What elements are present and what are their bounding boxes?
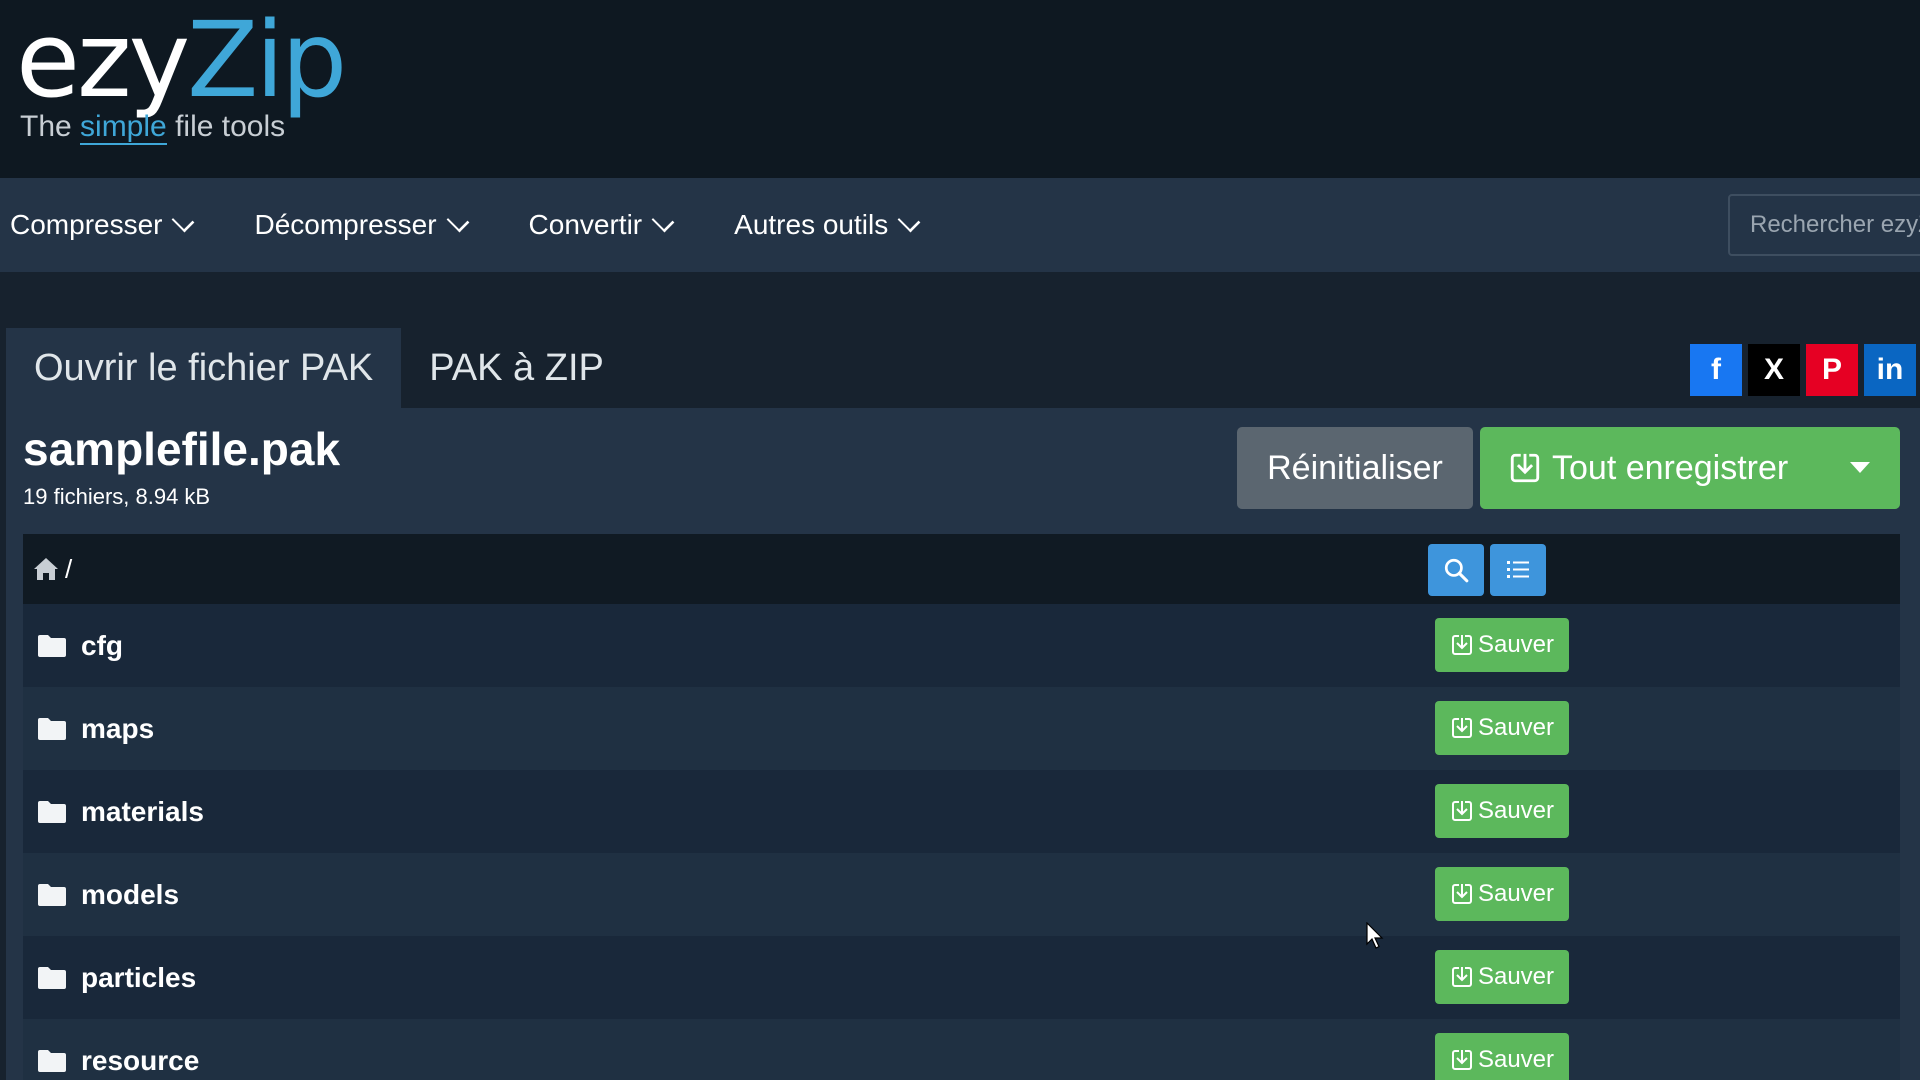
search-icon [1444, 558, 1469, 583]
current-path: / [65, 553, 73, 584]
tool-tabs: Ouvrir le fichier PAK PAK à ZIP [6, 328, 632, 408]
download-icon [1451, 967, 1472, 987]
breadcrumb: / [23, 534, 1900, 604]
site-header: ezyZip The simple file tools [0, 0, 1920, 178]
download-icon [1451, 1050, 1472, 1070]
folder-icon [38, 800, 66, 823]
folder-row[interactable]: cfg Sauver [23, 604, 1900, 687]
folder-icon [38, 883, 66, 906]
main-nav: Compresser Décompresser Convertir Autres… [0, 178, 1920, 272]
caret-down-icon[interactable] [1850, 462, 1870, 473]
save-folder-button[interactable]: Sauver [1435, 950, 1569, 1004]
folder-icon [38, 966, 66, 989]
folder-name[interactable]: cfg [81, 630, 123, 662]
facebook-share-button[interactable]: f [1690, 344, 1742, 396]
chevron-down-icon [172, 209, 195, 233]
reset-button[interactable]: Réinitialiser [1237, 427, 1473, 509]
download-icon [1451, 718, 1472, 738]
save-all-button[interactable]: Tout enregistrer [1480, 427, 1900, 509]
ezyzip-logo[interactable]: ezyZip The simple file tools [16, 0, 347, 145]
search-files-button[interactable] [1428, 544, 1484, 596]
archive-panel: samplefile.pak 19 fichiers, 8.94 kB Réin… [6, 408, 1920, 1080]
chevron-down-icon [651, 209, 675, 233]
tab-pak-to-zip[interactable]: PAK à ZIP [401, 328, 632, 408]
pinterest-icon: P [1821, 353, 1842, 386]
x-icon: X [1763, 353, 1784, 386]
linkedin-icon: in [1876, 353, 1904, 386]
file-meta: 19 fichiers, 8.94 kB [23, 484, 211, 509]
nav-convertir[interactable]: Convertir [529, 209, 675, 241]
nav-autres-outils[interactable]: Autres outils [734, 209, 921, 241]
download-icon [1451, 635, 1472, 655]
list-view-button[interactable] [1490, 544, 1546, 596]
save-folder-button[interactable]: Sauver [1435, 701, 1569, 755]
nav-compresser[interactable]: Compresser [10, 209, 195, 241]
folder-name[interactable]: maps [81, 713, 154, 745]
save-folder-button[interactable]: Sauver [1435, 867, 1569, 921]
linkedin-share-button[interactable]: in [1864, 344, 1916, 396]
chevron-down-icon [897, 209, 921, 233]
file-name: samplefile.pak [23, 423, 341, 475]
folder-row[interactable]: models Sauver [23, 853, 1900, 936]
save-folder-button[interactable]: Sauver [1435, 618, 1569, 672]
folder-name[interactable]: resource [81, 1045, 199, 1077]
list-icon [1507, 561, 1529, 578]
folder-icon [38, 634, 66, 657]
folder-row[interactable]: resource Sauver [23, 1019, 1900, 1080]
social-share: f X P in [1690, 344, 1916, 396]
folder-row[interactable]: materials Sauver [23, 770, 1900, 853]
facebook-icon: f [1711, 353, 1721, 386]
pinterest-share-button[interactable]: P [1806, 344, 1858, 396]
save-folder-button[interactable]: Sauver [1435, 1033, 1569, 1080]
logo-wordmark: ezyZip [16, 0, 347, 121]
folder-name[interactable]: models [81, 879, 179, 911]
download-icon [1451, 801, 1472, 821]
download-icon [1510, 453, 1540, 483]
folder-name[interactable]: particles [81, 962, 196, 994]
mouse-cursor-icon [1366, 922, 1384, 949]
folder-row[interactable]: particles Sauver [23, 936, 1900, 1019]
search-input[interactable]: Rechercher ezyZip [1728, 194, 1920, 256]
nav-decompresser[interactable]: Décompresser [254, 209, 469, 241]
folder-name[interactable]: materials [81, 796, 204, 828]
folder-row[interactable]: maps Sauver [23, 687, 1900, 770]
x-share-button[interactable]: X [1748, 344, 1800, 396]
save-folder-button[interactable]: Sauver [1435, 784, 1569, 838]
home-icon[interactable] [33, 557, 59, 581]
tab-ouvrir-pak[interactable]: Ouvrir le fichier PAK [6, 328, 402, 408]
folder-icon [38, 1049, 66, 1072]
file-browser: / cfg Sauver maps Sauver materials Sauve… [23, 534, 1900, 1080]
folder-icon [38, 717, 66, 740]
download-icon [1451, 884, 1472, 904]
chevron-down-icon [446, 209, 469, 233]
